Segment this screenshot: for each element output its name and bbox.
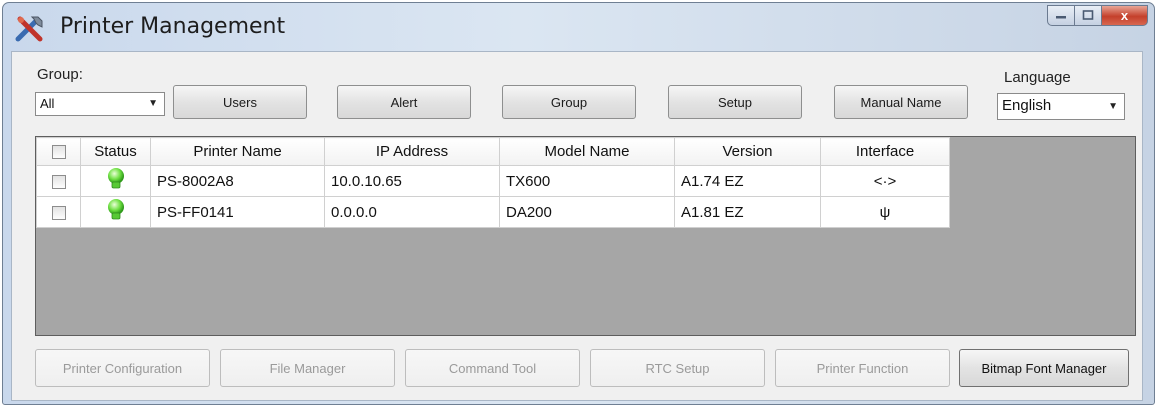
column-header-model-name[interactable]: Model Name [499, 137, 675, 166]
table-row[interactable]: PS-8002A8 10.0.10.65 TX600 A1.74 EZ <·> [36, 165, 950, 197]
printer-name-cell: PS-8002A8 [150, 165, 325, 197]
group-button[interactable]: Group [502, 85, 636, 119]
status-cell [80, 196, 151, 228]
select-all-checkbox[interactable] [51, 145, 66, 160]
chevron-down-icon: ▼ [148, 98, 158, 109]
green-bulb-icon [107, 167, 125, 195]
group-select-value: All [40, 96, 55, 111]
main-panel: Group: All ▼ Users Alert Group Setup Man… [11, 51, 1143, 401]
column-header-version[interactable]: Version [674, 137, 821, 166]
version-cell: A1.81 EZ [674, 196, 821, 228]
chevron-down-icon: ▼ [1108, 101, 1118, 112]
status-cell [80, 165, 151, 197]
close-button[interactable]: x [1102, 5, 1148, 26]
row-checkbox[interactable] [51, 174, 66, 189]
users-button[interactable]: Users [173, 85, 307, 119]
printer-list[interactable]: Status Printer Name IP Address Model Nam… [35, 136, 1136, 336]
interface-cell: ψ [820, 196, 950, 228]
group-label: Group: [37, 66, 83, 83]
green-bulb-icon [107, 198, 125, 226]
group-select[interactable]: All ▼ [35, 92, 165, 116]
file-manager-button[interactable]: File Manager [220, 349, 395, 387]
maximize-button[interactable] [1075, 5, 1102, 26]
window-title: Printer Management [60, 14, 286, 39]
column-header-status[interactable]: Status [80, 137, 151, 166]
setup-button[interactable]: Setup [668, 85, 802, 119]
bitmap-font-manager-button[interactable]: Bitmap Font Manager [959, 349, 1129, 387]
ethernet-icon: <·> [873, 172, 897, 190]
select-all-header[interactable] [36, 137, 81, 166]
printer-name-cell: PS-FF0141 [150, 196, 325, 228]
model-name-cell: DA200 [499, 196, 675, 228]
version-cell: A1.74 EZ [674, 165, 821, 197]
printer-table: Status Printer Name IP Address Model Nam… [36, 137, 950, 228]
command-tool-button[interactable]: Command Tool [405, 349, 580, 387]
language-select-value: English [1002, 97, 1052, 114]
printer-configuration-button[interactable]: Printer Configuration [35, 349, 210, 387]
caption-buttons: x [1047, 5, 1148, 27]
column-header-printer-name[interactable]: Printer Name [150, 137, 325, 166]
column-header-interface[interactable]: Interface [820, 137, 950, 166]
title-bar[interactable]: Printer Management x [3, 3, 1154, 53]
printer-tools-icon [14, 13, 46, 45]
table-row[interactable]: PS-FF0141 0.0.0.0 DA200 A1.81 EZ ψ [36, 196, 950, 228]
close-icon: x [1120, 8, 1129, 23]
ip-address-cell: 0.0.0.0 [324, 196, 500, 228]
usb-icon: ψ [879, 203, 891, 221]
column-header-ip-address[interactable]: IP Address [324, 137, 500, 166]
minimize-button[interactable] [1047, 5, 1075, 26]
minimize-icon [1055, 7, 1067, 25]
manual-name-button[interactable]: Manual Name [834, 85, 968, 119]
printer-function-button[interactable]: Printer Function [775, 349, 950, 387]
model-name-cell: TX600 [499, 165, 675, 197]
maximize-icon [1082, 7, 1094, 25]
ip-address-cell: 10.0.10.65 [324, 165, 500, 197]
language-label: Language [1004, 69, 1071, 86]
printer-management-window: Printer Management x Group: All ▼ Users [2, 2, 1155, 405]
language-select[interactable]: English ▼ [997, 93, 1125, 120]
alert-button[interactable]: Alert [337, 85, 471, 119]
table-header-row: Status Printer Name IP Address Model Nam… [36, 137, 950, 166]
rtc-setup-button[interactable]: RTC Setup [590, 349, 765, 387]
row-select-cell[interactable] [36, 165, 81, 197]
interface-cell: <·> [820, 165, 950, 197]
row-select-cell[interactable] [36, 196, 81, 228]
row-checkbox[interactable] [51, 205, 66, 220]
